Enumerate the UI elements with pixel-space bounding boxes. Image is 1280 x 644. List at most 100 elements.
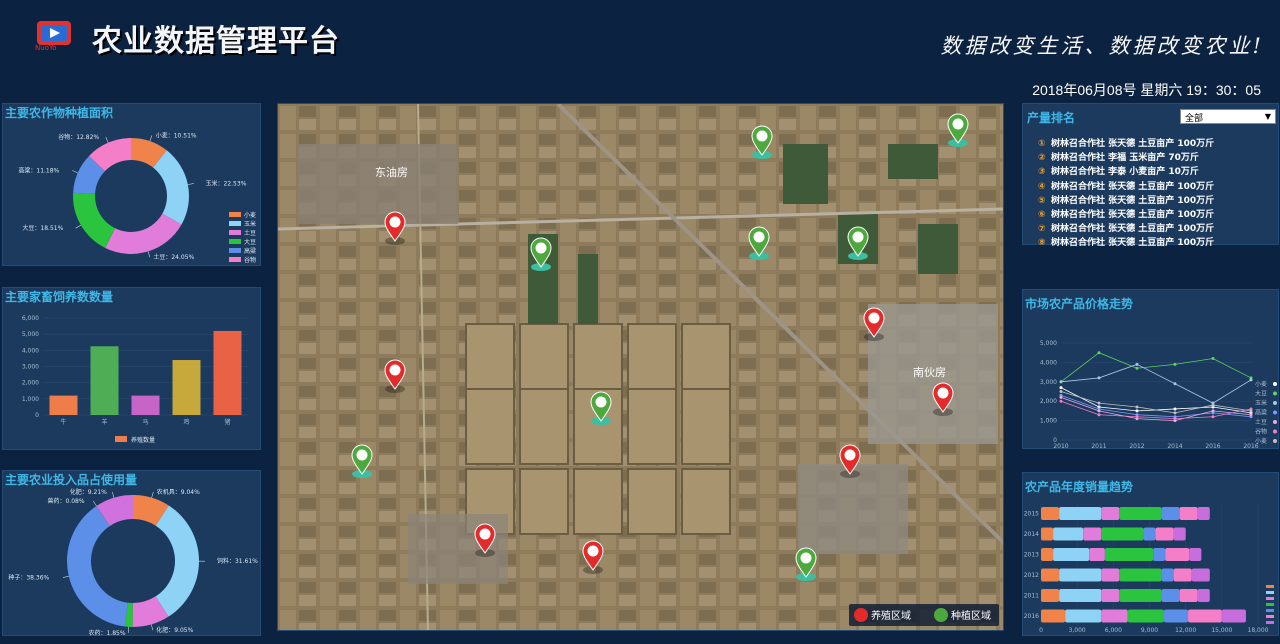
inputs-slice[interactable]: [155, 505, 200, 617]
sales-bar-segment[interactable]: [1189, 548, 1202, 561]
sales-bar-segment[interactable]: [1163, 609, 1189, 623]
sales-bar-segment[interactable]: [1127, 609, 1164, 623]
sales-bar-segment[interactable]: [1165, 548, 1190, 561]
sales-bar-segment[interactable]: [1153, 548, 1166, 561]
sales-bar-segment[interactable]: [1179, 507, 1198, 520]
sales-bar-segment[interactable]: [1161, 589, 1180, 602]
sales-bar-segment[interactable]: [1041, 548, 1054, 561]
sales-bar-segment[interactable]: [1221, 609, 1246, 623]
sales-bar-segment[interactable]: [1161, 568, 1174, 582]
sales-bar-segment[interactable]: [1089, 548, 1105, 561]
price-point[interactable]: [1059, 399, 1063, 403]
breed-area-marker-icon[interactable]: [930, 382, 956, 416]
price-point[interactable]: [1211, 409, 1215, 413]
sales-bar-segment[interactable]: [1059, 589, 1102, 602]
sales-bar-segment[interactable]: [1119, 568, 1162, 582]
sales-bar-segment[interactable]: [1173, 527, 1186, 541]
price-series-line[interactable]: [1060, 395, 1252, 418]
price-point[interactable]: [1097, 413, 1101, 417]
sales-bar-segment[interactable]: [1065, 609, 1102, 623]
sales-bar-segment[interactable]: [1041, 507, 1060, 520]
plant-area-marker-icon[interactable]: [746, 226, 772, 260]
sales-bar-segment[interactable]: [1041, 589, 1060, 602]
sales-bar-segment[interactable]: [1041, 609, 1066, 623]
sales-bar-segment[interactable]: [1143, 527, 1156, 541]
livestock-bar[interactable]: [90, 346, 119, 415]
plant-area-marker-icon[interactable]: [945, 113, 971, 147]
price-point[interactable]: [1211, 357, 1215, 361]
sales-bar-segment[interactable]: [1119, 507, 1162, 520]
sales-bar-segment[interactable]: [1053, 527, 1084, 541]
price-point[interactable]: [1135, 405, 1139, 409]
ranking-filter-select[interactable]: 全部 ▼: [1180, 109, 1276, 124]
price-point[interactable]: [1211, 415, 1215, 419]
price-point[interactable]: [1059, 390, 1063, 393]
price-point[interactable]: [1173, 407, 1177, 411]
breed-area-marker-icon[interactable]: [472, 523, 498, 557]
livestock-bar[interactable]: [213, 330, 242, 415]
sales-bar-segment[interactable]: [1197, 507, 1210, 520]
plant-area-marker-icon[interactable]: [528, 237, 554, 271]
livestock-bar[interactable]: [131, 395, 160, 415]
price-point[interactable]: [1173, 362, 1177, 366]
price-point[interactable]: [1173, 417, 1177, 421]
sales-bar-segment[interactable]: [1059, 507, 1102, 520]
sales-bar-segment[interactable]: [1191, 568, 1210, 582]
price-point[interactable]: [1249, 409, 1253, 413]
plant-area-marker-icon[interactable]: [793, 547, 819, 581]
sales-bar-segment[interactable]: [1101, 568, 1120, 582]
sales-bar-segment[interactable]: [1101, 589, 1120, 602]
price-point[interactable]: [1135, 409, 1139, 413]
price-point[interactable]: [1135, 366, 1139, 370]
breed-area-marker-icon[interactable]: [861, 307, 887, 341]
price-series-line[interactable]: [1060, 363, 1252, 404]
price-series-line[interactable]: [1060, 352, 1252, 383]
sales-bar-segment[interactable]: [1101, 527, 1144, 541]
price-point[interactable]: [1249, 378, 1253, 382]
sales-bar-segment[interactable]: [1083, 527, 1102, 541]
price-point[interactable]: [1097, 351, 1101, 355]
crop-area-slice[interactable]: [153, 150, 190, 225]
livestock-bar[interactable]: [49, 395, 78, 415]
price-point[interactable]: [1059, 386, 1063, 390]
sales-bar-segment[interactable]: [1041, 568, 1060, 582]
sales-bar-segment[interactable]: [1053, 548, 1090, 561]
sales-bar-segment[interactable]: [1173, 568, 1192, 582]
breed-area-marker-icon[interactable]: [837, 444, 863, 478]
price-series-line[interactable]: [1060, 396, 1252, 422]
price-point[interactable]: [1059, 380, 1063, 384]
price-point[interactable]: [1135, 415, 1139, 419]
sales-bar-segment[interactable]: [1104, 548, 1154, 561]
price-point[interactable]: [1211, 403, 1215, 407]
breed-area-marker-icon[interactable]: [382, 211, 408, 245]
sales-bar-segment[interactable]: [1161, 507, 1180, 520]
plant-area-marker-icon[interactable]: [349, 444, 375, 478]
sales-bar-segment[interactable]: [1059, 568, 1102, 582]
sales-bar-segment[interactable]: [1155, 527, 1174, 541]
sales-bar-segment[interactable]: [1197, 589, 1210, 602]
price-point[interactable]: [1097, 376, 1101, 380]
crop-area-slice[interactable]: [105, 213, 182, 254]
crop-area-slice[interactable]: [73, 192, 116, 248]
breed-area-marker-icon[interactable]: [580, 540, 606, 574]
plant-area-marker-icon[interactable]: [845, 226, 871, 260]
breed-area-marker-icon[interactable]: [382, 359, 408, 393]
sales-bar-segment[interactable]: [1101, 609, 1128, 623]
price-point[interactable]: [1135, 362, 1139, 366]
price-point[interactable]: [1173, 411, 1177, 415]
price-point[interactable]: [1097, 409, 1101, 413]
price-point[interactable]: [1173, 382, 1177, 386]
plant-area-marker-icon[interactable]: [588, 391, 614, 425]
sales-bar-segment[interactable]: [1041, 527, 1054, 541]
sales-bar-segment[interactable]: [1188, 609, 1222, 623]
satellite-map[interactable]: 东油房 南伙房 养殖区域 种植区域: [277, 103, 1004, 631]
inputs-slice[interactable]: [66, 506, 128, 627]
price-point[interactable]: [1249, 413, 1253, 417]
livestock-bar[interactable]: [172, 360, 201, 415]
sales-bar-segment[interactable]: [1119, 589, 1162, 602]
price-point[interactable]: [1097, 401, 1101, 405]
sales-bar-segment[interactable]: [1179, 589, 1198, 602]
price-point[interactable]: [1059, 395, 1063, 399]
sales-bar-segment[interactable]: [1101, 507, 1120, 520]
plant-area-marker-icon[interactable]: [749, 125, 775, 159]
